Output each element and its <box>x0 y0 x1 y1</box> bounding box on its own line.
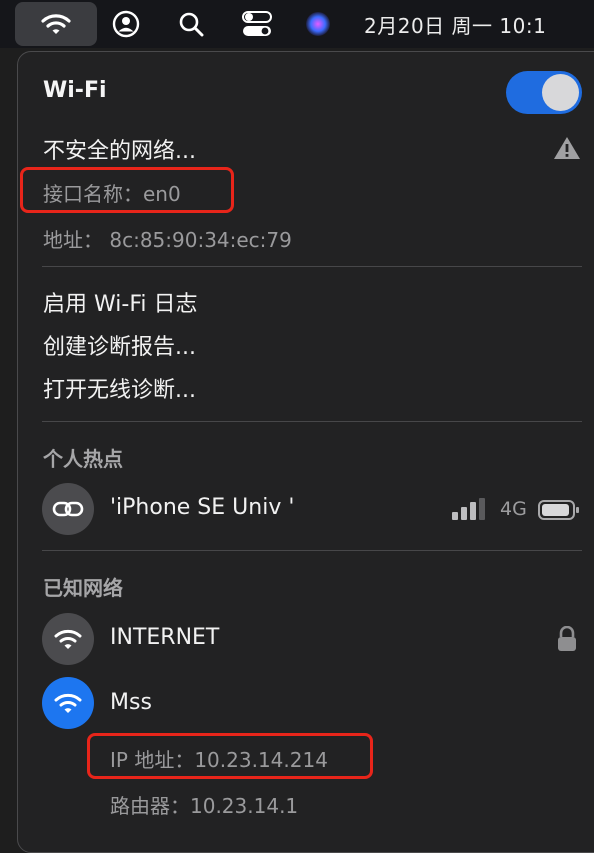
wifi-connected-icon <box>42 677 94 729</box>
battery-icon <box>538 499 580 525</box>
divider <box>42 421 582 422</box>
action-item-diagnostic-report[interactable]: 创建诊断报告... <box>43 329 196 361</box>
hotspot-section-header: 个人热点 <box>43 447 123 471</box>
action-item-wireless-diagnostics[interactable]: 打开无线诊断... <box>43 372 196 404</box>
signal-strength-icon <box>452 498 488 524</box>
toggle-knob <box>542 74 579 111</box>
highlight-box-interface <box>20 167 234 213</box>
network-type-label: 4G <box>500 498 527 520</box>
address-row: 地址： 8c:85:90:34:ec:79 <box>43 224 292 253</box>
insecure-network-item[interactable]: 不安全的网络... <box>43 133 196 165</box>
hotspot-link-icon <box>42 483 94 535</box>
siri-icon[interactable] <box>300 0 336 48</box>
search-icon[interactable] <box>173 0 209 48</box>
menubar-clock[interactable]: 2月20日 周一 10:1 <box>364 0 546 48</box>
known-network-mss[interactable]: Mss <box>110 690 152 715</box>
address-label: 地址： <box>43 228 103 252</box>
user-icon[interactable] <box>108 0 144 48</box>
address-value: 8c:85:90:34:ec:79 <box>109 228 292 252</box>
known-networks-section-header: 已知网络 <box>43 576 123 600</box>
warning-icon <box>553 135 581 165</box>
wifi-menu-icon[interactable] <box>15 2 97 46</box>
wifi-toggle[interactable] <box>506 71 582 114</box>
highlight-box-ip <box>87 733 373 779</box>
divider <box>42 266 582 267</box>
control-center-icon[interactable] <box>237 0 277 48</box>
wifi-network-icon <box>42 613 94 665</box>
known-network-internet[interactable]: INTERNET <box>110 625 219 650</box>
action-item-wifi-log[interactable]: 启用 Wi-Fi 日志 <box>43 286 197 318</box>
wifi-title: Wi-Fi <box>43 78 107 103</box>
hotspot-network-name[interactable]: 'iPhone SE Univ ' <box>110 495 294 520</box>
menu-bar: 2月20日 周一 10:1 <box>0 0 594 48</box>
router-label: 路由器： <box>110 794 190 818</box>
lock-icon <box>557 625 577 656</box>
divider <box>42 550 582 551</box>
router-row: 路由器：10.23.14.1 <box>110 790 298 819</box>
router-value: 10.23.14.1 <box>190 794 299 818</box>
